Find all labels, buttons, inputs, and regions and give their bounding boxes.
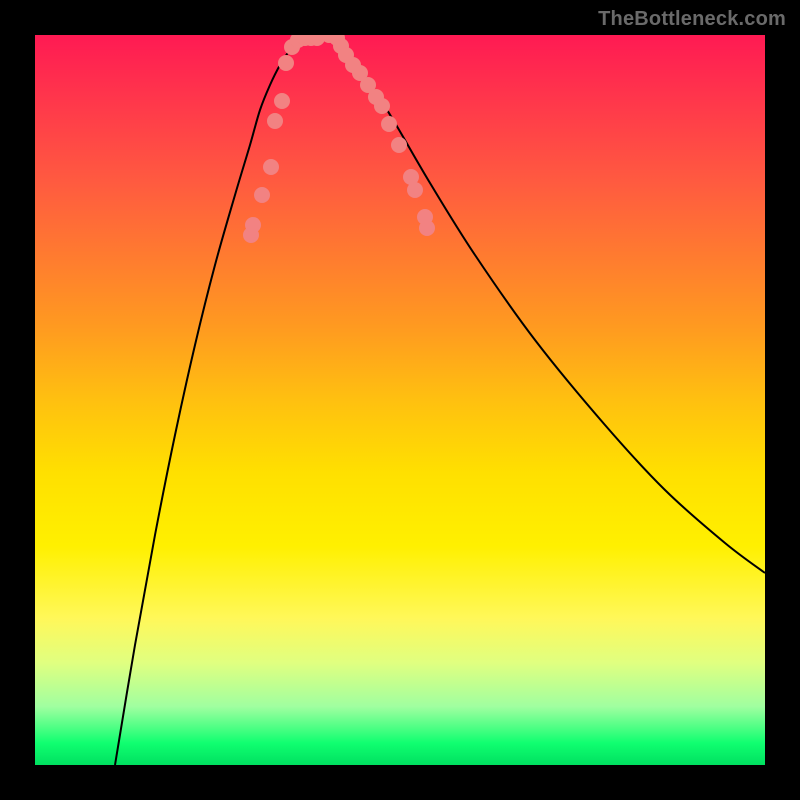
marker-dot <box>245 217 261 233</box>
marker-dot <box>267 113 283 129</box>
marker-dot <box>274 93 290 109</box>
marker-dot <box>419 220 435 236</box>
marker-dot <box>374 98 390 114</box>
watermark-text: TheBottleneck.com <box>598 8 786 31</box>
marker-dot <box>254 187 270 203</box>
chart-frame: TheBottleneck.com <box>0 0 800 800</box>
marker-dot <box>381 116 397 132</box>
plot-area <box>35 35 765 765</box>
curve-layer <box>35 35 765 765</box>
marker-dot <box>263 159 279 175</box>
marker-dot <box>278 55 294 71</box>
marker-dot <box>407 182 423 198</box>
marker-dot <box>391 137 407 153</box>
curve-left-curve <box>115 37 305 765</box>
